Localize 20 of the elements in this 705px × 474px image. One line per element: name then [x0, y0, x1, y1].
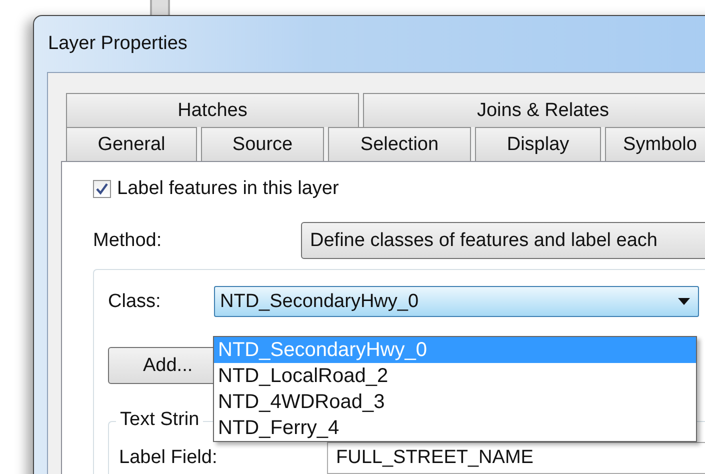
tab[interactable]: Joins & Relates	[363, 93, 705, 127]
background-window	[150, 0, 170, 16]
checkbox[interactable]	[93, 180, 111, 198]
class-label: Class:	[108, 290, 162, 312]
tab[interactable]: General	[66, 127, 197, 161]
checkbox-label: Label features in this layer	[117, 178, 339, 200]
window-title: Layer Properties	[48, 33, 188, 55]
tab[interactable]: Source	[201, 127, 324, 161]
method-dropdown[interactable]: Define classes of features and label each	[301, 222, 705, 259]
dropdown-option[interactable]: NTD_Ferry_4	[214, 415, 696, 441]
tab[interactable]: Display	[475, 127, 601, 161]
dropdown-option[interactable]: NTD_4WDRoad_3	[214, 389, 696, 415]
tab[interactable]: Symbolo	[605, 127, 705, 161]
class-dropdown[interactable]: NTD_SecondaryHwy_0	[214, 286, 699, 317]
label-field-label: Label Field:	[119, 447, 218, 469]
method-label: Method:	[93, 230, 163, 252]
tab[interactable]: Selection	[328, 127, 471, 161]
label-field-dropdown[interactable]: FULL_STREET_NAME	[327, 442, 705, 474]
tab[interactable]: Hatches	[66, 93, 359, 127]
dropdown-arrow-icon	[678, 298, 690, 305]
